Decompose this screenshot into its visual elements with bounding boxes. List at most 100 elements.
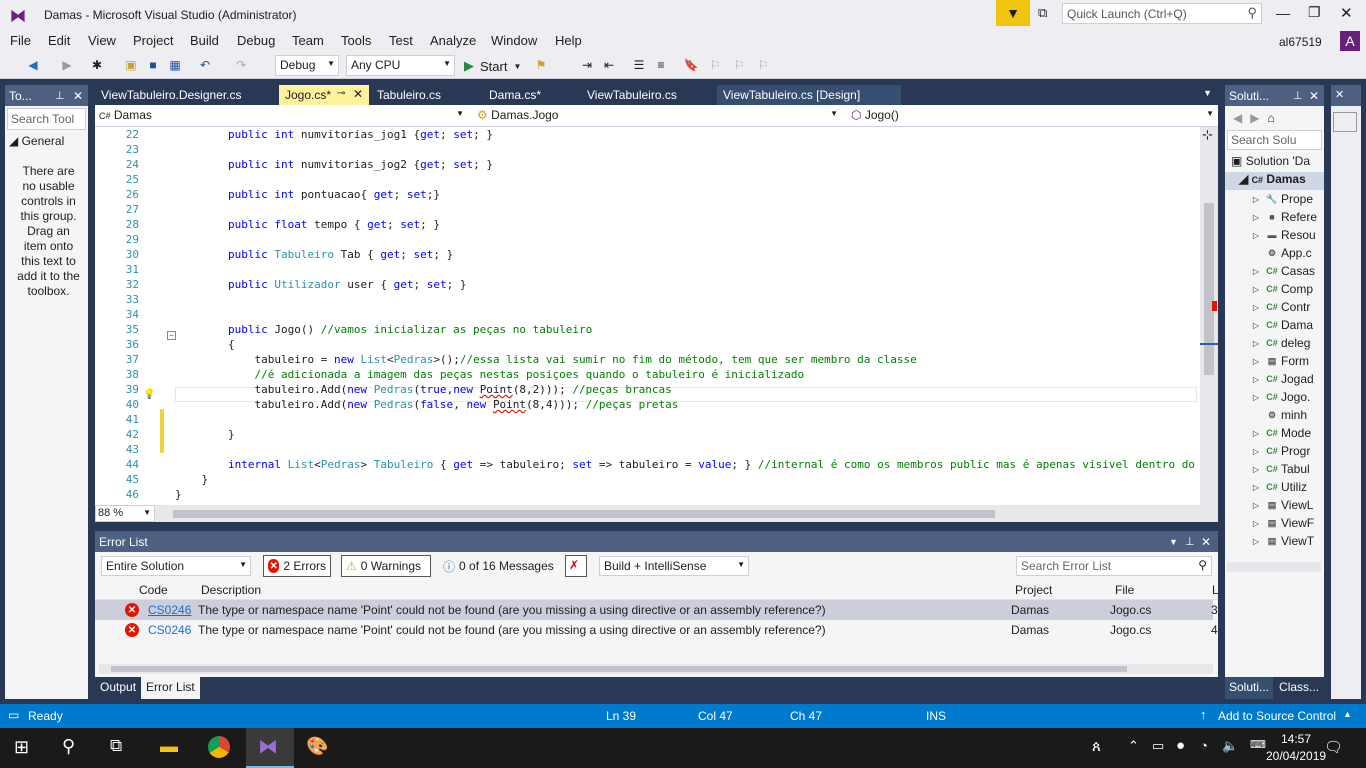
close-icon[interactable]: ✕ bbox=[1309, 89, 1319, 103]
expand-icon[interactable]: ▷ bbox=[1249, 321, 1263, 330]
tab-viewtabuleiro-design[interactable]: ViewTabuleiro.cs [Design] bbox=[717, 85, 901, 105]
chevron-up-icon[interactable]: ⌃ bbox=[1128, 738, 1139, 754]
chevron-down-icon[interactable]: ▼ bbox=[1169, 537, 1178, 547]
pin-icon[interactable]: ⊥ bbox=[1185, 535, 1195, 548]
scrollbar-thumb[interactable] bbox=[1204, 203, 1214, 375]
quick-launch-input[interactable]: Quick Launch (Ctrl+Q) ⚲ bbox=[1062, 3, 1262, 24]
pin-icon[interactable]: ⊥ bbox=[55, 89, 65, 102]
toolbox-search-input[interactable]: Search Tool bbox=[7, 108, 86, 130]
code-line[interactable]: internal List<Pedras> Tabuleiro { get =>… bbox=[175, 457, 1200, 472]
solution-item[interactable]: ▷ ▤ ViewF bbox=[1225, 514, 1323, 532]
tab-tabuleiro[interactable]: Tabuleiro.cs bbox=[371, 85, 481, 105]
configuration-select[interactable]: Debug ▼ bbox=[275, 55, 339, 76]
tab-overflow-icon[interactable]: ▼ bbox=[1203, 88, 1212, 98]
code-line[interactable]: tabuleiro.Add(new Pedras(true,new Point(… bbox=[175, 382, 1200, 397]
file-explorer-icon[interactable]: ▬ bbox=[160, 736, 178, 757]
code-line[interactable] bbox=[175, 202, 1200, 217]
solution-item[interactable]: ▷ ▬ Resou bbox=[1225, 226, 1323, 244]
tab-error-list[interactable]: Error List bbox=[141, 677, 200, 699]
properties-close-icon[interactable]: ✕ bbox=[1331, 85, 1361, 106]
close-icon[interactable]: ✕ bbox=[73, 89, 83, 103]
expand-icon[interactable]: ▷ bbox=[1249, 231, 1263, 240]
code-line[interactable] bbox=[175, 262, 1200, 277]
error-code-link[interactable]: CS0246 bbox=[148, 603, 191, 617]
notifications-icon[interactable]: 🗨 bbox=[1324, 738, 1343, 756]
expand-icon[interactable]: ▷ bbox=[1249, 357, 1263, 366]
clock-time[interactable]: 14:57 bbox=[1266, 732, 1326, 746]
expand-icon[interactable]: ▷ bbox=[1249, 501, 1263, 510]
prev-bookmark-icon[interactable]: ⚐ bbox=[706, 56, 724, 74]
solution-item[interactable]: ▷ C# Mode bbox=[1225, 424, 1323, 442]
redo-icon[interactable]: ↷ bbox=[232, 56, 250, 74]
keyboard-icon[interactable]: ⌨ bbox=[1250, 738, 1266, 751]
menu-help[interactable]: Help bbox=[555, 33, 582, 48]
horizontal-scrollbar-thumb[interactable] bbox=[173, 510, 995, 518]
menu-tools[interactable]: Tools bbox=[341, 33, 371, 48]
project-nav-select[interactable]: C# Damas ▼ bbox=[95, 106, 467, 126]
clear-bookmarks-icon[interactable]: ⚐ bbox=[754, 56, 772, 74]
chrome-icon[interactable] bbox=[208, 736, 230, 758]
solution-item[interactable]: ▷ C# Utiliz bbox=[1225, 478, 1323, 496]
chevron-up-icon[interactable]: ▲ bbox=[1343, 709, 1352, 719]
split-icon[interactable]: ⊹ bbox=[1202, 127, 1213, 143]
tab-dama[interactable]: Dama.cs* bbox=[483, 85, 579, 105]
save-icon[interactable]: ■ bbox=[144, 56, 162, 74]
next-bookmark-icon[interactable]: ⚐ bbox=[730, 56, 748, 74]
tab-viewtabuleiro[interactable]: ViewTabuleiro.cs bbox=[581, 85, 715, 105]
step-icon[interactable]: ⇥ bbox=[578, 56, 596, 74]
clear-filter-icon[interactable]: ✗ bbox=[565, 555, 587, 577]
solution-item[interactable]: ▷ C# Progr bbox=[1225, 442, 1323, 460]
step-out-icon[interactable]: ⇤ bbox=[600, 56, 618, 74]
column-project[interactable]: Project bbox=[1015, 583, 1052, 597]
close-icon[interactable]: ✕ bbox=[353, 87, 363, 101]
warnings-filter-button[interactable]: ⚠ 0 Warnings bbox=[341, 555, 431, 577]
expand-icon[interactable]: ▷ bbox=[1249, 285, 1263, 294]
menu-file[interactable]: File bbox=[10, 33, 31, 48]
code-line[interactable]: public float tempo { get; set; } bbox=[175, 217, 1200, 232]
solution-item[interactable]: ▷ C# Jogad bbox=[1225, 370, 1323, 388]
menu-project[interactable]: Project bbox=[133, 33, 173, 48]
code-line[interactable]: public Jogo() //vamos inicializar as peç… bbox=[175, 322, 1200, 337]
menu-debug[interactable]: Debug bbox=[237, 33, 275, 48]
new-project-icon[interactable]: ✱ bbox=[88, 56, 106, 74]
code-line[interactable]: //é adicionada a imagem das peças nestas… bbox=[175, 367, 1200, 382]
menu-window[interactable]: Window bbox=[491, 33, 537, 48]
home-icon[interactable]: ⌂ bbox=[1267, 111, 1274, 125]
comment-icon[interactable]: ☰ bbox=[630, 56, 648, 74]
build-filter-select[interactable]: Build + IntelliSense ▼ bbox=[599, 556, 749, 576]
zoom-select[interactable]: 88 % ▼ bbox=[95, 505, 155, 522]
undo-icon[interactable]: ↶ bbox=[196, 56, 214, 74]
error-list-horizontal-scrollbar[interactable] bbox=[99, 664, 1213, 674]
solution-item[interactable]: ▷ C# Dama bbox=[1225, 316, 1323, 334]
scope-select[interactable]: Entire Solution ▼ bbox=[101, 556, 251, 576]
properties-icon[interactable] bbox=[1333, 112, 1357, 132]
solution-item[interactable]: ▷ C# Jogo. bbox=[1225, 388, 1323, 406]
class-nav-select[interactable]: ⚙ Damas.Jogo ▼ bbox=[473, 106, 841, 126]
battery-icon[interactable]: ▭ bbox=[1152, 738, 1164, 754]
back-icon[interactable]: ◀ bbox=[1233, 111, 1242, 125]
solution-item[interactable]: ▷ 🔧 Prope bbox=[1225, 190, 1323, 208]
visual-studio-taskbar-button[interactable]: ⧓ bbox=[246, 728, 294, 768]
expand-icon[interactable]: ▷ bbox=[1249, 393, 1263, 402]
menu-edit[interactable]: Edit bbox=[48, 33, 70, 48]
column-description[interactable]: Description bbox=[201, 583, 261, 597]
error-row[interactable]: ✕ CS0246 The type or namespace name 'Poi… bbox=[95, 620, 1218, 640]
menu-analyze[interactable]: Analyze bbox=[430, 33, 476, 48]
code-line[interactable]: tabuleiro = new List<Pedras>();//essa li… bbox=[175, 352, 1200, 367]
solution-item[interactable]: ▷ ▤ Form bbox=[1225, 352, 1323, 370]
code-area[interactable]: − 💡 22 public int numvitorias_jog1 {get;… bbox=[95, 127, 1200, 505]
solution-root[interactable]: ▣ Solution 'Da bbox=[1225, 154, 1324, 172]
close-icon[interactable]: ✕ bbox=[1201, 535, 1211, 549]
expand-icon[interactable]: ▷ bbox=[1249, 213, 1263, 222]
tab-output[interactable]: Output bbox=[95, 677, 141, 699]
code-line[interactable]: public Utilizador user { get; set; } bbox=[175, 277, 1200, 292]
expand-icon[interactable]: ▷ bbox=[1249, 519, 1263, 528]
feedback-icon[interactable]: ⧉ bbox=[1038, 5, 1047, 21]
menu-build[interactable]: Build bbox=[190, 33, 219, 48]
pin-icon[interactable]: ⊸ bbox=[337, 88, 345, 99]
expand-icon[interactable]: ▷ bbox=[1249, 465, 1263, 474]
forward-icon[interactable]: ▶ bbox=[58, 56, 76, 74]
code-line[interactable] bbox=[175, 172, 1200, 187]
code-line[interactable]: public int pontuacao{ get; set;} bbox=[175, 187, 1200, 202]
attach-icon[interactable]: ⚑ bbox=[532, 56, 550, 74]
